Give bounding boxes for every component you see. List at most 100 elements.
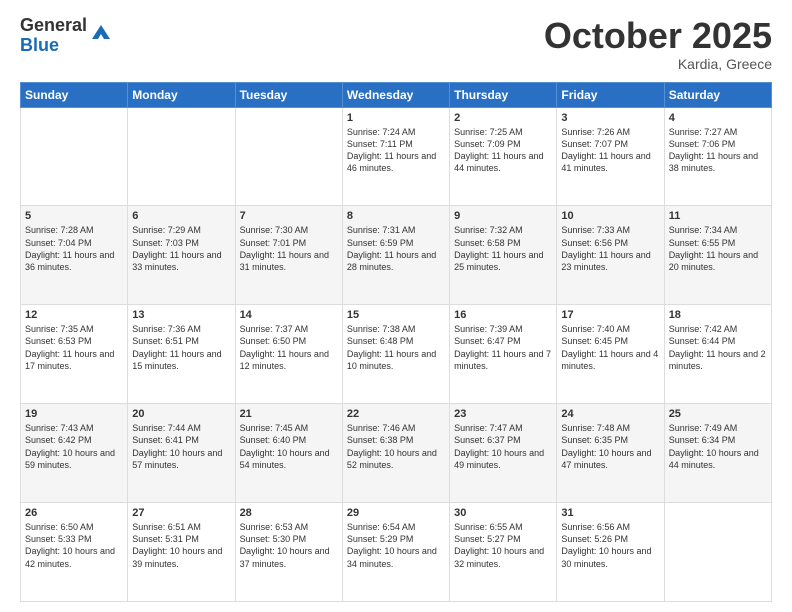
- day-number: 2: [454, 112, 552, 124]
- day-info: Sunrise: 7:47 AM Sunset: 6:37 PM Dayligh…: [454, 422, 552, 471]
- calendar-cell: 4Sunrise: 7:27 AM Sunset: 7:06 PM Daylig…: [664, 107, 771, 206]
- logo: General Blue: [20, 16, 112, 56]
- calendar-cell: 16 Sunrise: 7:39 AM Sunset: 6:47 PM Dayli…: [450, 305, 557, 404]
- calendar-cell: 1 Sunrise: 7:24 AM Sunset: 7:11 PM Daylig…: [342, 107, 449, 206]
- calendar-cell: [21, 107, 128, 206]
- calendar-cell: 15 Sunrise: 7:38 AM Sunset: 6:48 PM Dayli…: [342, 305, 449, 404]
- day-info: Sunrise: 7:40 AM Sunset: 6:45 PM Dayligh…: [561, 323, 659, 372]
- logo-text: General Blue: [20, 16, 87, 56]
- calendar-cell: 31Sunrise: 6:56 AM Sunset: 5:26 PM Dayli…: [557, 503, 664, 602]
- day-number: 11: [669, 210, 767, 222]
- calendar-cell: [664, 503, 771, 602]
- day-info: Sunrise: 7:39 AM Sunset: 6:47 PM Dayligh…: [454, 323, 552, 372]
- calendar-cell: 5 Sunrise: 7:28 AM Sunset: 7:04 PM Daylig…: [21, 206, 128, 305]
- calendar-cell: 2 Sunrise: 7:25 AM Sunset: 7:09 PM Daylig…: [450, 107, 557, 206]
- calendar-cell: 21Sunrise: 7:45 AM Sunset: 6:40 PM Dayli…: [235, 404, 342, 503]
- day-info: Sunrise: 7:49 AM Sunset: 6:34 PM Dayligh…: [669, 422, 767, 471]
- calendar-cell: 29 Sunrise: 6:54 AM Sunset: 5:29 PM Dayli…: [342, 503, 449, 602]
- calendar-week-row: 12Sunrise: 7:35 AM Sunset: 6:53 PM Dayli…: [21, 305, 772, 404]
- day-number: 1: [347, 112, 445, 124]
- day-info: Sunrise: 6:53 AM Sunset: 5:30 PM Dayligh…: [240, 521, 338, 570]
- subtitle: Kardia, Greece: [544, 56, 772, 72]
- title-area: October 2025 Kardia, Greece: [544, 16, 772, 72]
- day-info: Sunrise: 7:43 AM Sunset: 6:42 PM Dayligh…: [25, 422, 123, 471]
- calendar-cell: 22 Sunrise: 7:46 AM Sunset: 6:38 PM Dayli…: [342, 404, 449, 503]
- day-number: 26: [25, 507, 123, 519]
- calendar-cell: 25 Sunrise: 7:49 AM Sunset: 6:34 PM Dayli…: [664, 404, 771, 503]
- day-info: Sunrise: 7:46 AM Sunset: 6:38 PM Dayligh…: [347, 422, 445, 471]
- day-info: Sunrise: 7:45 AM Sunset: 6:40 PM Dayligh…: [240, 422, 338, 471]
- day-number: 23: [454, 408, 552, 420]
- day-info: Sunrise: 7:36 AM Sunset: 6:51 PM Dayligh…: [132, 323, 230, 372]
- day-info: Sunrise: 7:29 AM Sunset: 7:03 PM Dayligh…: [132, 224, 230, 273]
- calendar-cell: 26 Sunrise: 6:50 AM Sunset: 5:33 PM Dayli…: [21, 503, 128, 602]
- day-info: Sunrise: 6:51 AM Sunset: 5:31 PM Dayligh…: [132, 521, 230, 570]
- day-number: 16: [454, 309, 552, 321]
- day-number: 6: [132, 210, 230, 222]
- calendar-cell: 30 Sunrise: 6:55 AM Sunset: 5:27 PM Dayli…: [450, 503, 557, 602]
- day-info: Sunrise: 6:55 AM Sunset: 5:27 PM Dayligh…: [454, 521, 552, 570]
- calendar-cell: 19 Sunrise: 7:43 AM Sunset: 6:42 PM Dayli…: [21, 404, 128, 503]
- day-number: 13: [132, 309, 230, 321]
- calendar-day-header: Friday: [557, 82, 664, 107]
- calendar-cell: 12Sunrise: 7:35 AM Sunset: 6:53 PM Dayli…: [21, 305, 128, 404]
- day-number: 10: [561, 210, 659, 222]
- calendar-cell: 13 Sunrise: 7:36 AM Sunset: 6:51 PM Dayli…: [128, 305, 235, 404]
- day-number: 28: [240, 507, 338, 519]
- day-number: 22: [347, 408, 445, 420]
- calendar-cell: 23 Sunrise: 7:47 AM Sunset: 6:37 PM Dayli…: [450, 404, 557, 503]
- day-info: Sunrise: 7:27 AM Sunset: 7:06 PM Dayligh…: [669, 126, 767, 175]
- day-info: Sunrise: 7:33 AM Sunset: 6:56 PM Dayligh…: [561, 224, 659, 273]
- logo-general: General: [20, 16, 87, 36]
- day-number: 30: [454, 507, 552, 519]
- day-number: 12: [25, 309, 123, 321]
- calendar-cell: 18 Sunrise: 7:42 AM Sunset: 6:44 PM Dayli…: [664, 305, 771, 404]
- day-number: 5: [25, 210, 123, 222]
- calendar-cell: 10 Sunrise: 7:33 AM Sunset: 6:56 PM Dayli…: [557, 206, 664, 305]
- day-number: 17: [561, 309, 659, 321]
- calendar-cell: 9Sunrise: 7:32 AM Sunset: 6:58 PM Daylig…: [450, 206, 557, 305]
- day-info: Sunrise: 7:38 AM Sunset: 6:48 PM Dayligh…: [347, 323, 445, 372]
- calendar-cell: 28 Sunrise: 6:53 AM Sunset: 5:30 PM Dayli…: [235, 503, 342, 602]
- calendar-day-header: Wednesday: [342, 82, 449, 107]
- calendar-day-header: Sunday: [21, 82, 128, 107]
- calendar-day-header: Tuesday: [235, 82, 342, 107]
- header: General Blue October 2025 Kardia, Greece: [20, 16, 772, 72]
- calendar-table: SundayMondayTuesdayWednesdayThursdayFrid…: [20, 82, 772, 602]
- calendar-cell: [235, 107, 342, 206]
- day-number: 3: [561, 112, 659, 124]
- day-info: Sunrise: 7:24 AM Sunset: 7:11 PM Dayligh…: [347, 126, 445, 175]
- month-title: October 2025: [544, 16, 772, 56]
- calendar-header-row: SundayMondayTuesdayWednesdayThursdayFrid…: [21, 82, 772, 107]
- day-number: 15: [347, 309, 445, 321]
- day-info: Sunrise: 6:50 AM Sunset: 5:33 PM Dayligh…: [25, 521, 123, 570]
- day-info: Sunrise: 6:54 AM Sunset: 5:29 PM Dayligh…: [347, 521, 445, 570]
- day-info: Sunrise: 7:25 AM Sunset: 7:09 PM Dayligh…: [454, 126, 552, 175]
- day-info: Sunrise: 7:44 AM Sunset: 6:41 PM Dayligh…: [132, 422, 230, 471]
- day-number: 18: [669, 309, 767, 321]
- day-number: 31: [561, 507, 659, 519]
- page: General Blue October 2025 Kardia, Greece…: [0, 0, 792, 612]
- day-number: 7: [240, 210, 338, 222]
- day-info: Sunrise: 7:26 AM Sunset: 7:07 PM Dayligh…: [561, 126, 659, 175]
- day-info: Sunrise: 7:42 AM Sunset: 6:44 PM Dayligh…: [669, 323, 767, 372]
- day-info: Sunrise: 7:31 AM Sunset: 6:59 PM Dayligh…: [347, 224, 445, 273]
- calendar-day-header: Monday: [128, 82, 235, 107]
- calendar-cell: 7Sunrise: 7:30 AM Sunset: 7:01 PM Daylig…: [235, 206, 342, 305]
- calendar-cell: 11Sunrise: 7:34 AM Sunset: 6:55 PM Dayli…: [664, 206, 771, 305]
- calendar-cell: 17 Sunrise: 7:40 AM Sunset: 6:45 PM Dayli…: [557, 305, 664, 404]
- day-number: 25: [669, 408, 767, 420]
- calendar-cell: 14Sunrise: 7:37 AM Sunset: 6:50 PM Dayli…: [235, 305, 342, 404]
- day-info: Sunrise: 7:37 AM Sunset: 6:50 PM Dayligh…: [240, 323, 338, 372]
- day-number: 29: [347, 507, 445, 519]
- day-number: 20: [132, 408, 230, 420]
- calendar-cell: 6 Sunrise: 7:29 AM Sunset: 7:03 PM Daylig…: [128, 206, 235, 305]
- day-info: Sunrise: 7:32 AM Sunset: 6:58 PM Dayligh…: [454, 224, 552, 273]
- logo-icon: [90, 21, 112, 43]
- calendar-cell: [128, 107, 235, 206]
- calendar-week-row: 26 Sunrise: 6:50 AM Sunset: 5:33 PM Dayli…: [21, 503, 772, 602]
- logo-blue: Blue: [20, 36, 87, 56]
- day-number: 19: [25, 408, 123, 420]
- calendar-cell: 24Sunrise: 7:48 AM Sunset: 6:35 PM Dayli…: [557, 404, 664, 503]
- day-info: Sunrise: 7:28 AM Sunset: 7:04 PM Dayligh…: [25, 224, 123, 273]
